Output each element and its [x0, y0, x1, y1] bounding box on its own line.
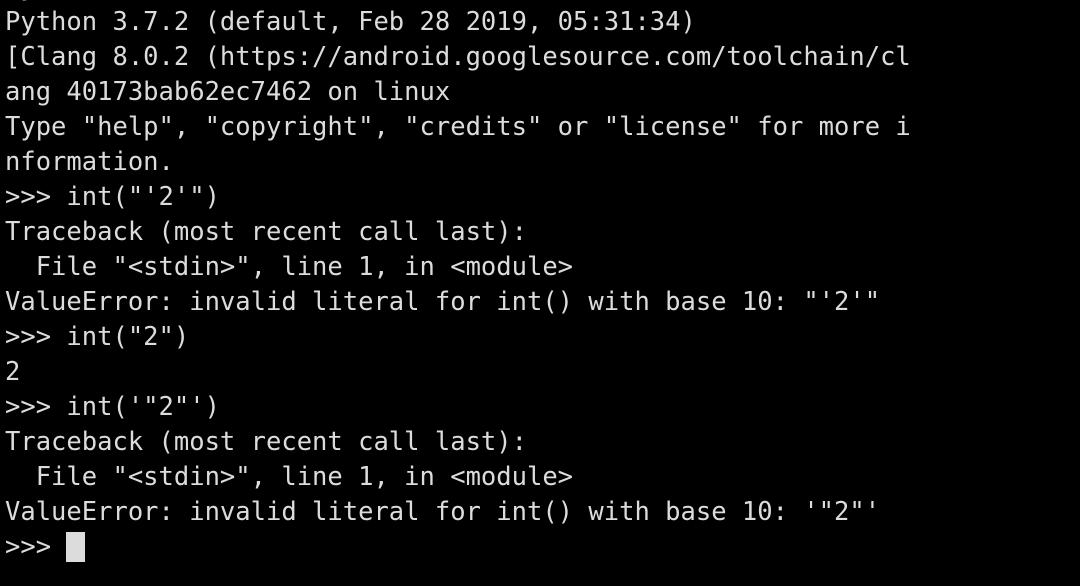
terminal-line-traceback-file-1: File "<stdin>", line 1, in <module>	[5, 252, 574, 282]
terminal-line-input-int-double-in-single: >>> int('"2"')	[5, 392, 220, 422]
terminal-prompt-line[interactable]: >>>	[5, 530, 1080, 565]
terminal-line-input-int-double: >>> int("2")	[5, 322, 190, 352]
terminal-line-help-banner-wrap: nformation.	[5, 147, 174, 177]
terminal-line-valueerror-2: ValueError: invalid literal for int() wi…	[5, 497, 881, 527]
terminal-screen[interactable]: Python 3.7.2 Python 3.7.2 (default, Feb …	[5, 0, 1080, 565]
terminal-line-output-2: 2	[5, 357, 21, 387]
terminal-line-traceback-header-2: Traceback (most recent call last):	[5, 427, 527, 457]
terminal-line-traceback-file-2: File "<stdin>", line 1, in <module>	[5, 462, 574, 492]
terminal-line-clang-banner-wrap: ang 40173bab62ec7462 on linux	[5, 77, 451, 107]
terminal-line-python-version: Python 3.7.2 (default, Feb 28 2019, 05:3…	[5, 7, 696, 37]
terminal-line-traceback-header-1: Traceback (most recent call last):	[5, 217, 527, 247]
terminal-window[interactable]: Python 3.7.2 Python 3.7.2 (default, Feb …	[0, 0, 1080, 586]
text-cursor	[66, 532, 85, 562]
terminal-line-input-int-single-in-double: >>> int("'2'")	[5, 182, 220, 212]
terminal-line-help-banner: Type "help", "copyright", "credits" or "…	[5, 112, 911, 142]
terminal-line-clang-banner: [Clang 8.0.2 (https://android.googlesour…	[5, 42, 911, 72]
prompt-symbol: >>>	[5, 532, 67, 562]
terminal-line-valueerror-1: ValueError: invalid literal for int() wi…	[5, 287, 881, 317]
